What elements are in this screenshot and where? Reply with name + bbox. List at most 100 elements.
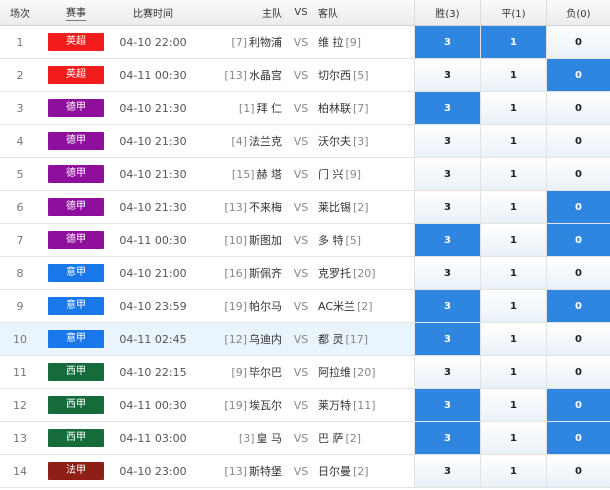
win-option[interactable]: 3 [414,92,480,124]
home-team[interactable]: 帕尔马 [249,298,282,314]
lose-option[interactable]: 0 [546,290,610,322]
win-option[interactable]: 3 [414,290,480,322]
win-option[interactable]: 3 [414,158,480,190]
lose-option[interactable]: 0 [546,92,610,124]
home-rank: [3] [238,431,255,445]
away-rank: [11] [353,398,376,412]
away-team[interactable]: 日尔曼 [318,463,351,479]
lose-option[interactable]: 0 [546,59,610,91]
win-option[interactable]: 3 [414,389,480,421]
away-team[interactable]: 切尔西 [318,67,351,83]
league-badge[interactable]: 英超 [48,66,104,84]
home-team[interactable]: 斯图加 [249,232,282,248]
home-team[interactable]: 斯佩齐 [249,265,282,281]
draw-option[interactable]: 1 [480,290,546,322]
away-team[interactable]: 沃尔夫 [318,133,351,149]
home-team[interactable]: 乌迪内 [249,331,282,347]
league-badge[interactable]: 德甲 [48,165,104,183]
draw-option[interactable]: 1 [480,422,546,454]
league-badge[interactable]: 西甲 [48,429,104,447]
league-badge[interactable]: 德甲 [48,231,104,249]
draw-option[interactable]: 1 [480,224,546,256]
lose-option[interactable]: 0 [546,257,610,289]
away-team[interactable]: 莱比锡 [318,199,351,215]
league-badge[interactable]: 意甲 [48,297,104,315]
lose-option[interactable]: 0 [546,26,610,58]
home-team[interactable]: 埃瓦尔 [249,397,282,413]
lose-option[interactable]: 0 [546,356,610,388]
draw-option[interactable]: 1 [480,92,546,124]
win-option[interactable]: 3 [414,257,480,289]
table-row: 9 意甲 04-10 23:59 [19] 帕尔马 VS AC米兰 [2] 3 1 0 [0,290,610,323]
league-badge[interactable]: 德甲 [48,132,104,150]
match-number: 5 [16,167,24,181]
away-team[interactable]: 都 灵 [318,331,344,347]
lose-option[interactable]: 0 [546,323,610,355]
home-team[interactable]: 利物浦 [249,34,282,50]
away-team[interactable]: 门 兴 [318,166,344,182]
league-badge[interactable]: 法甲 [48,462,104,480]
col-header-away: 客队 [318,9,338,20]
away-team[interactable]: 维 拉 [318,34,344,50]
win-option[interactable]: 3 [414,422,480,454]
lose-option[interactable]: 0 [546,455,610,487]
draw-option[interactable]: 1 [480,158,546,190]
league-badge[interactable]: 西甲 [48,363,104,381]
win-option[interactable]: 3 [414,455,480,487]
home-team[interactable]: 水晶宫 [249,67,282,83]
league-badge[interactable]: 意甲 [48,264,104,282]
vs-label: VS [293,398,309,412]
away-rank: [20] [353,266,376,280]
lose-option[interactable]: 0 [546,422,610,454]
home-team-cell: [19] 帕尔马 [194,290,286,322]
league-badge[interactable]: 英超 [48,33,104,51]
draw-option[interactable]: 1 [480,389,546,421]
draw-option[interactable]: 1 [480,455,546,487]
win-option[interactable]: 3 [414,191,480,223]
league-badge[interactable]: 意甲 [48,330,104,348]
draw-option[interactable]: 1 [480,257,546,289]
draw-option[interactable]: 1 [480,191,546,223]
away-team[interactable]: 多 特 [318,232,344,248]
home-team[interactable]: 拜 仁 [257,100,283,116]
away-team[interactable]: 阿拉维 [318,364,351,380]
home-team[interactable]: 毕尔巴 [249,364,282,380]
match-number: 1 [16,35,24,49]
draw-option[interactable]: 1 [480,323,546,355]
win-option[interactable]: 3 [414,125,480,157]
league-badge[interactable]: 西甲 [48,396,104,414]
home-team[interactable]: 皇 马 [257,430,283,446]
draw-option[interactable]: 1 [480,356,546,388]
home-team[interactable]: 斯特堡 [249,463,282,479]
away-rank: [20] [353,365,376,379]
win-option[interactable]: 3 [414,59,480,91]
away-team[interactable]: AC米兰 [318,298,355,314]
home-team[interactable]: 不来梅 [249,199,282,215]
vs-label: VS [293,464,309,478]
win-option[interactable]: 3 [414,26,480,58]
win-option[interactable]: 3 [414,323,480,355]
home-team[interactable]: 赫 塔 [257,166,283,182]
draw-option[interactable]: 1 [480,125,546,157]
away-team-cell: 阿拉维 [20] [316,356,414,388]
lose-option[interactable]: 0 [546,224,610,256]
home-rank: [9] [231,365,247,379]
draw-option[interactable]: 1 [480,59,546,91]
table-row: 5 德甲 04-10 21:30 [15] 赫 塔 VS 门 兴 [9] 3 1 0 [0,158,610,191]
away-team[interactable]: 巴 萨 [318,430,344,446]
away-team[interactable]: 柏林联 [318,100,351,116]
draw-option[interactable]: 1 [480,26,546,58]
away-team-cell: 沃尔夫 [3] [316,125,414,157]
lose-option[interactable]: 0 [546,389,610,421]
win-option[interactable]: 3 [414,224,480,256]
lose-option[interactable]: 0 [546,125,610,157]
table-row: 13 西甲 04-11 03:00 [3] 皇 马 VS 巴 萨 [2] 3 1 0 [0,422,610,455]
league-badge[interactable]: 德甲 [48,198,104,216]
away-team[interactable]: 莱万特 [318,397,351,413]
lose-option[interactable]: 0 [546,158,610,190]
lose-option[interactable]: 0 [546,191,610,223]
league-badge[interactable]: 德甲 [48,99,104,117]
away-team[interactable]: 克罗托 [318,265,351,281]
home-team[interactable]: 法兰克 [249,133,282,149]
win-option[interactable]: 3 [414,356,480,388]
